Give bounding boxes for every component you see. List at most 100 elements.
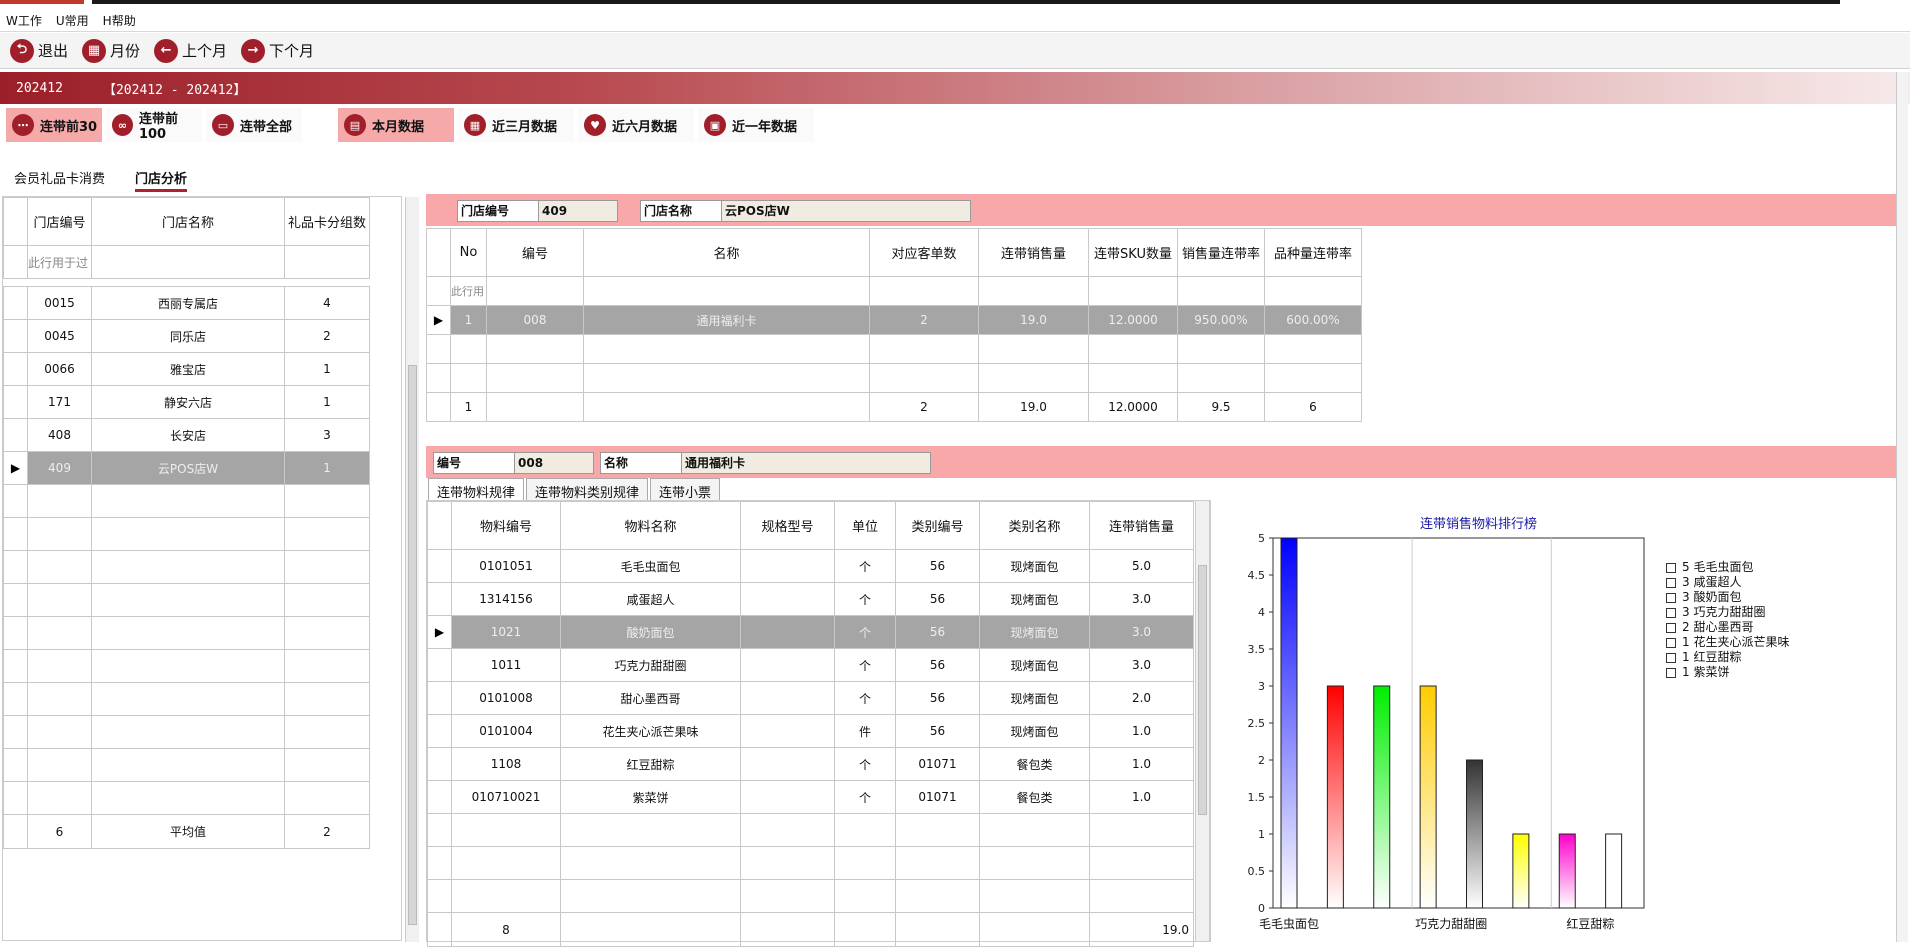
legend-item[interactable]: 1 花生夹心派芒果味 [1666, 635, 1789, 650]
scrollbar-thumb[interactable] [1198, 565, 1207, 815]
tab-member-gift-card[interactable]: 会员礼品卡消费 [14, 160, 105, 192]
card-name-field[interactable]: 通用福利卡 [681, 452, 931, 474]
legend-item[interactable]: 5 毛毛虫面包 [1666, 560, 1789, 575]
table-row[interactable]: 0045 同乐店 2 [3, 319, 370, 353]
table-row[interactable]: 0101004 花生夹心派芒果味件 56 现烤面包 1.0 [427, 714, 1194, 748]
checkbox-icon[interactable] [1666, 592, 1676, 603]
y-tick-label: 4.5 [1248, 569, 1266, 582]
table-row[interactable]: 1011 巧克力甜甜圈个 56 现烤面包 3.0 [427, 648, 1194, 682]
menu-common[interactable]: U常用 [56, 12, 89, 29]
col-group-count[interactable]: 礼品卡分组数 [284, 197, 370, 246]
col-linked-sku[interactable]: 连带SKU数量 [1088, 228, 1178, 277]
tab-receipts[interactable]: 连带小票 [650, 478, 721, 501]
card-name-label: 名称 [600, 452, 682, 474]
tab-category-rules[interactable]: 连带物料类别规律 [526, 478, 649, 501]
six-months-button[interactable]: ♥ 近六月数据 [578, 108, 694, 142]
table-row[interactable]: 408 长安店 3 [3, 418, 370, 452]
col-sales-rate[interactable]: 销售量连带率 [1177, 228, 1265, 277]
table-row[interactable]: 010710021 紫菜饼个 01071 餐包类 1.0 [427, 780, 1194, 814]
y-tick-label: 2.5 [1248, 717, 1266, 730]
card-code-label: 编号 [433, 452, 515, 474]
col-card-name[interactable]: 名称 [583, 228, 870, 277]
exit-button[interactable]: ⮌ 退出 [10, 38, 68, 63]
one-year-button[interactable]: ▣ 近一年数据 [698, 108, 814, 142]
table-row[interactable]: 0101051 毛毛虫面包个 56 现烤面包 5.0 [427, 549, 1194, 583]
bar-4 [1419, 685, 1437, 909]
table-row-selected[interactable]: ▶ 1 008 通用福利卡 2 19.0 12.0000 950.00% 600.00% [426, 305, 1362, 335]
checkbox-icon[interactable] [1666, 562, 1676, 573]
checkbox-icon[interactable] [1666, 607, 1676, 618]
month-button[interactable]: ▦ 月份 [82, 38, 140, 63]
col-no[interactable]: No [450, 228, 487, 277]
next-month-button[interactable]: → 下个月 [241, 38, 314, 63]
scrollbar-thumb[interactable] [408, 365, 417, 925]
menu-help[interactable]: H帮助 [103, 12, 136, 29]
top30-button[interactable]: ⋯ 连带前30 [6, 108, 102, 142]
material-scrollbar[interactable] [1195, 501, 1209, 941]
legend-item[interactable]: 2 甜心墨西哥 [1666, 620, 1789, 635]
legend-label: 3 咸蛋超人 [1682, 575, 1742, 589]
col-store-name[interactable]: 门店名称 [91, 197, 285, 246]
col-linked-sales[interactable]: 连带销售量 [978, 228, 1089, 277]
material-table: 物料编号 物料名称 规格型号 单位 类别编号 类别名称 连带销售量 010105… [427, 501, 1194, 947]
y-tick-label: 3.5 [1248, 643, 1266, 656]
calendar-icon: ▦ [464, 114, 486, 136]
col-unit[interactable]: 单位 [834, 501, 896, 550]
store-name-field[interactable]: 云POS店W [721, 200, 971, 222]
checkbox-icon[interactable] [1666, 667, 1676, 678]
checkbox-icon[interactable] [1666, 577, 1676, 588]
window-scrollbar[interactable] [1896, 72, 1908, 942]
legend-item[interactable]: 1 紫菜饼 [1666, 665, 1789, 680]
legend-item[interactable]: 3 酸奶面包 [1666, 590, 1789, 605]
share-icon: ⋯ [12, 114, 34, 136]
store-scrollbar[interactable] [405, 197, 419, 942]
checkbox-icon[interactable] [1666, 652, 1676, 663]
table-row[interactable]: 0066 雅宝店 1 [3, 352, 370, 386]
store-filter-row[interactable]: 此行用于过 [3, 245, 370, 279]
col-category-code[interactable]: 类别编号 [895, 501, 980, 550]
menu-work[interactable]: W工作 [6, 12, 42, 29]
store-name-label: 门店名称 [640, 200, 722, 222]
exit-icon: ⮌ [10, 38, 34, 63]
col-card-code[interactable]: 编号 [486, 228, 584, 277]
tab-store-analysis[interactable]: 门店分析 [135, 160, 188, 192]
table-row-selected[interactable]: ▶ 409 云POS店W 1 [3, 451, 370, 485]
legend-item[interactable]: 3 巧克力甜甜圈 [1666, 605, 1789, 620]
tab-material-rules[interactable]: 连带物料规律 [428, 478, 525, 501]
table-row[interactable]: 1108 红豆甜粽个 01071 餐包类 1.0 [427, 747, 1194, 781]
col-material-code[interactable]: 物料编号 [451, 501, 561, 550]
col-linked-qty[interactable]: 连带销售量 [1089, 501, 1194, 550]
bar-7 [1558, 833, 1576, 909]
table-row-selected[interactable]: ▶ 1021 酸奶面包个 56 现烤面包 3.0 [427, 615, 1194, 649]
three-months-button[interactable]: ▦ 近三月数据 [458, 108, 574, 142]
bar-3 [1373, 685, 1391, 909]
col-spec[interactable]: 规格型号 [740, 501, 835, 550]
chart-legend: 5 毛毛虫面包 3 咸蛋超人 3 酸奶面包 3 巧克力甜甜圈 2 甜心墨西哥 1 花生夹心… [1666, 560, 1789, 680]
checkbox-icon[interactable] [1666, 637, 1676, 648]
col-category-name[interactable]: 类别名称 [979, 501, 1090, 550]
toolbar: ⮌ 退出 ▦ 月份 ← 上个月 → 下个月 [0, 33, 1910, 69]
col-variety-rate[interactable]: 品种量连带率 [1264, 228, 1362, 277]
table-row[interactable]: 0101008 甜心墨西哥个 56 现烤面包 2.0 [427, 681, 1194, 715]
card-filter-row[interactable]: 此行用 [426, 276, 1362, 306]
legend-item[interactable]: 3 咸蛋超人 [1666, 575, 1789, 590]
checkbox-icon[interactable] [1666, 622, 1676, 633]
table-row[interactable]: 0015 西丽专属店 4 [3, 286, 370, 320]
table-row[interactable]: 1314156 咸蛋超人个 56 现烤面包 3.0 [427, 582, 1194, 616]
link-icon: ∞ [112, 114, 133, 136]
table-row[interactable]: 171 静安六店 1 [3, 385, 370, 419]
card-code-field[interactable]: 008 [514, 452, 594, 474]
col-store-code[interactable]: 门店编号 [27, 197, 92, 246]
this-month-button[interactable]: ▤ 本月数据 [338, 108, 454, 142]
y-tick-label: 3 [1258, 680, 1265, 693]
top100-button[interactable]: ∞ 连带前100 [106, 108, 202, 142]
col-order-count[interactable]: 对应客单数 [869, 228, 979, 277]
col-material-name[interactable]: 物料名称 [560, 501, 741, 550]
window-top-strip [0, 0, 1910, 6]
legend-label: 5 毛毛虫面包 [1682, 560, 1754, 574]
store-table-header: 门店编号 门店名称 礼品卡分组数 [3, 197, 370, 246]
prev-month-button[interactable]: ← 上个月 [154, 38, 227, 63]
all-button[interactable]: ▭ 连带全部 [206, 108, 302, 142]
store-code-field[interactable]: 409 [538, 200, 618, 222]
legend-item[interactable]: 1 红豆甜粽 [1666, 650, 1789, 665]
